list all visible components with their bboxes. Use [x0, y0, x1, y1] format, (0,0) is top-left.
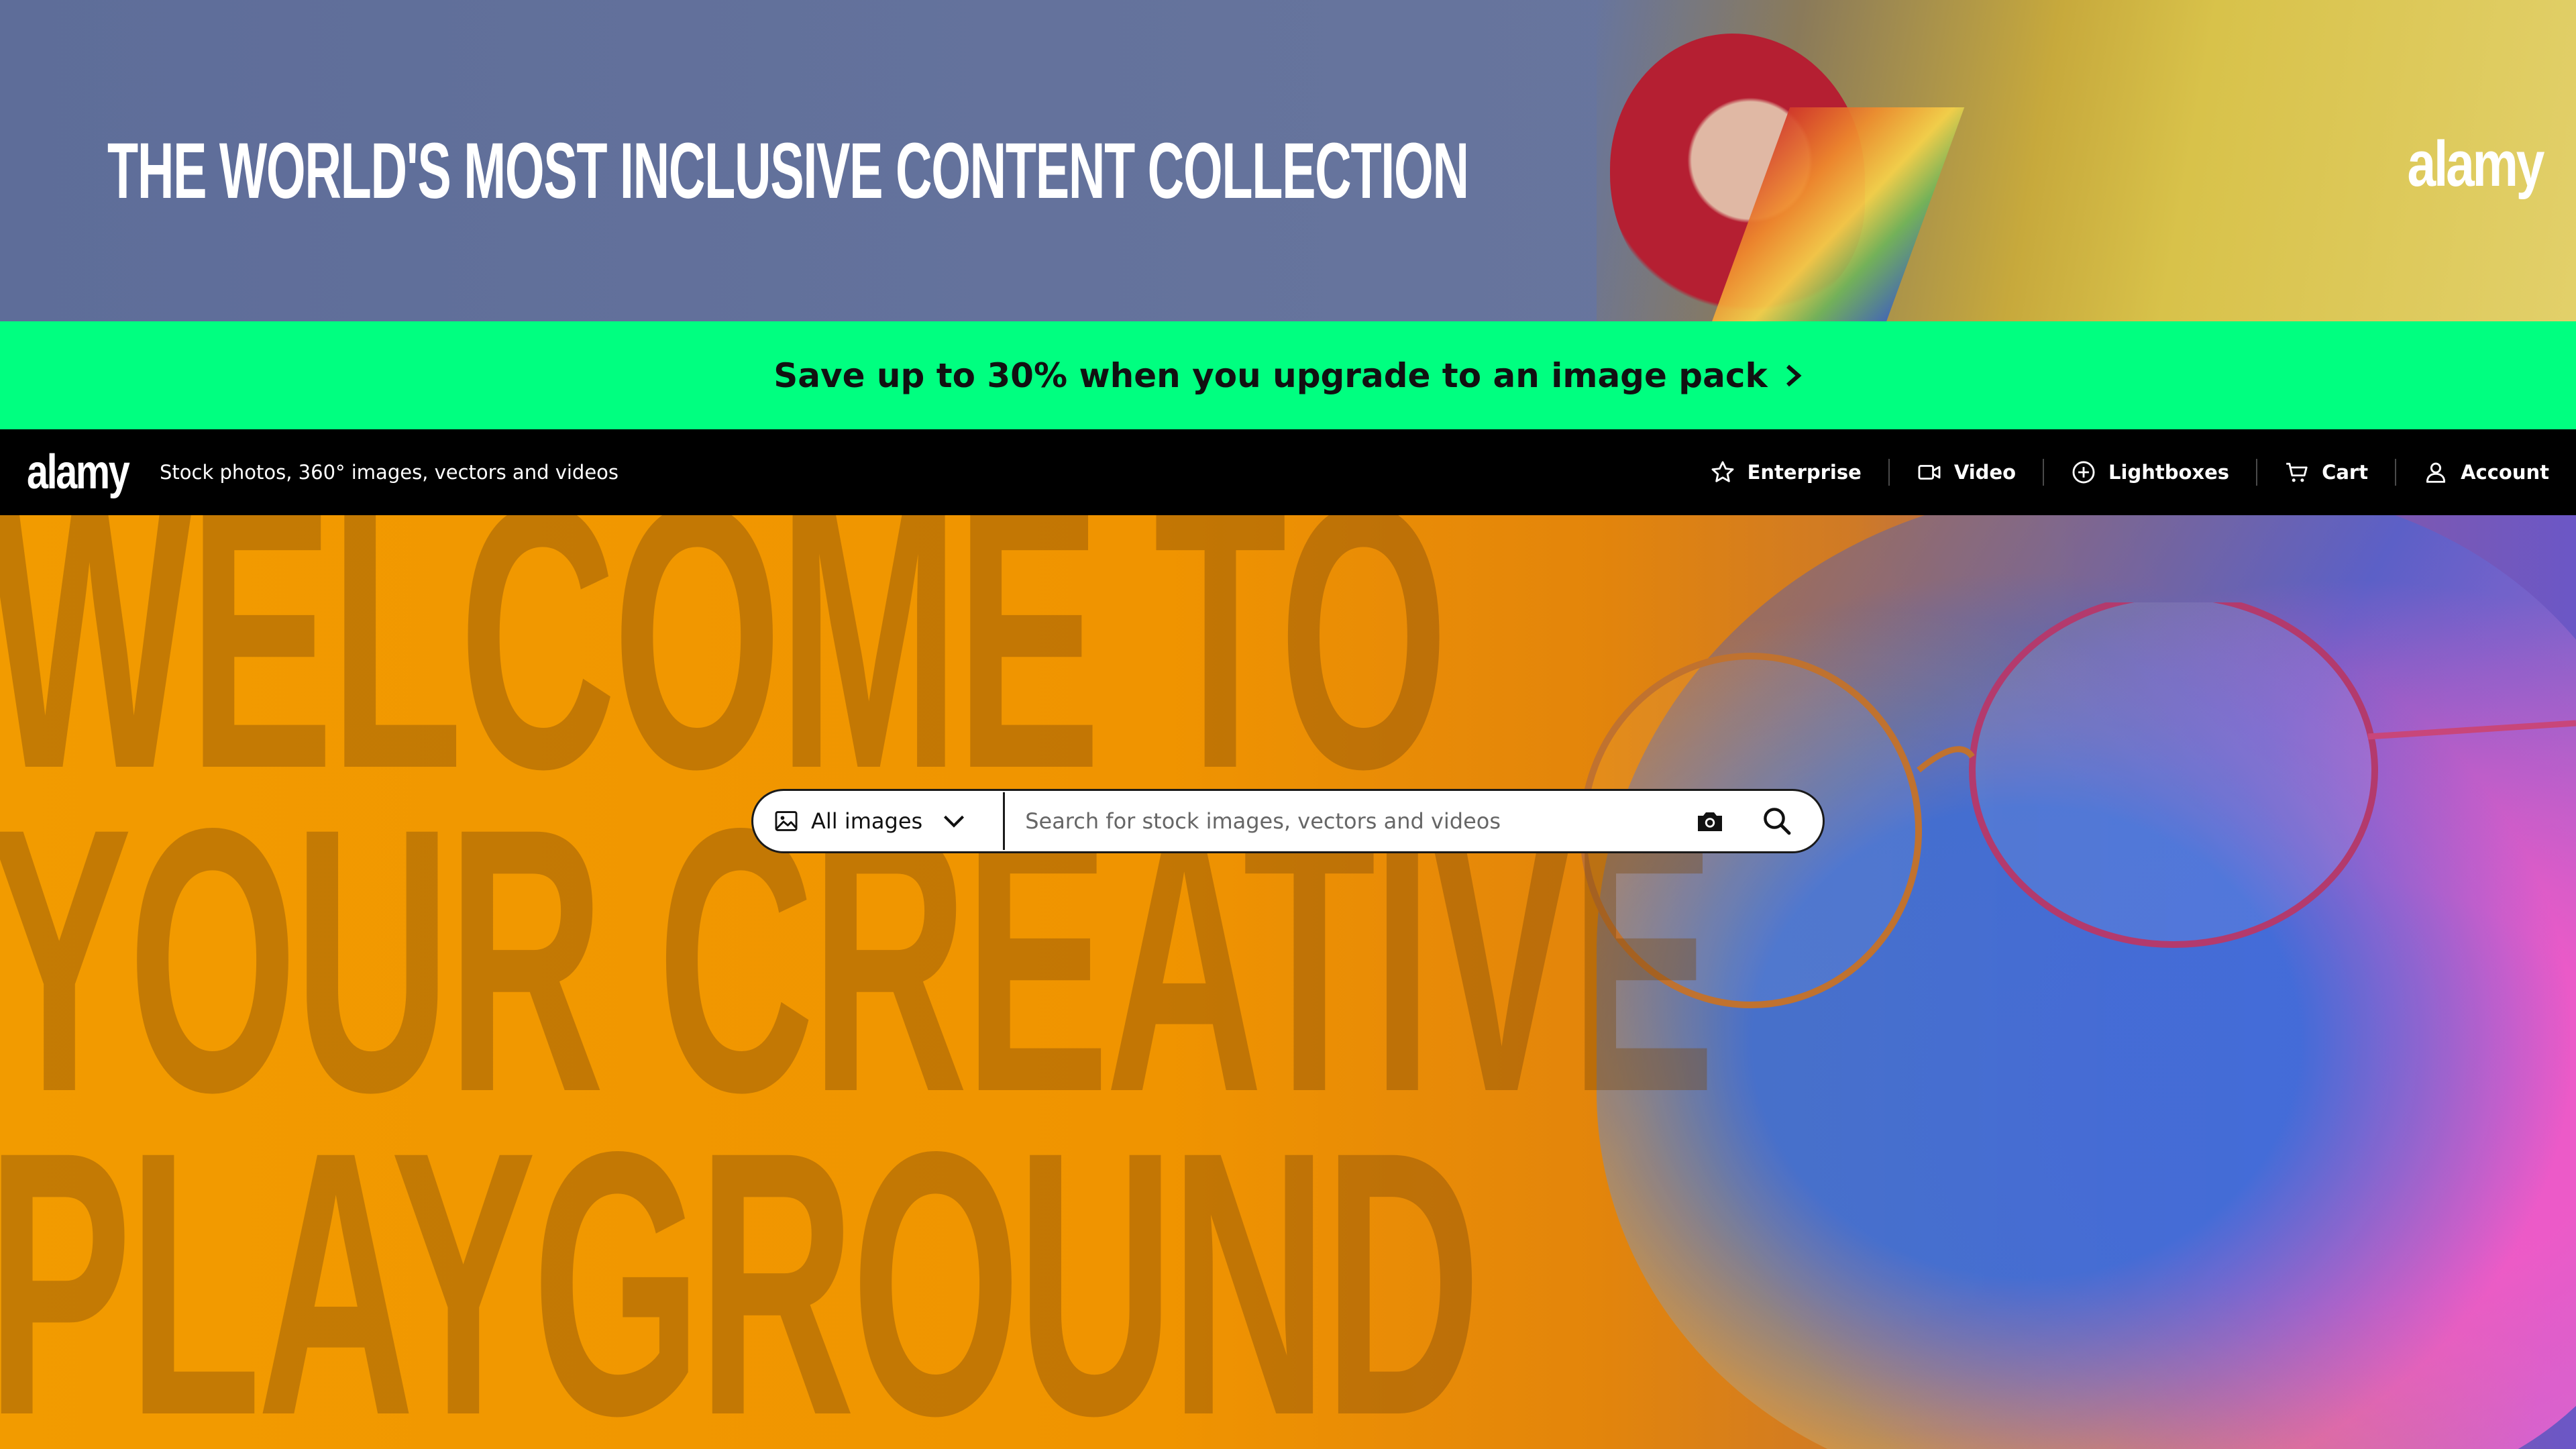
promo-banner[interactable]: THE WORLD'S MOST INCLUSIVE CONTENT COLLE… [0, 0, 2576, 321]
promo-logo: alamy [2407, 128, 2544, 200]
search-bar: All images [751, 789, 1825, 853]
upsell-text: Save up to 30% when you upgrade to an im… [773, 356, 1768, 395]
search-icon [1764, 808, 1791, 835]
nav-enterprise[interactable]: Enterprise [1683, 460, 1888, 485]
plus-circle-icon [2072, 461, 2095, 484]
star-icon [1711, 461, 1734, 482]
camera-icon [1698, 812, 1722, 831]
search-type-label: All images [811, 808, 923, 834]
search-type-dropdown[interactable]: All images [753, 791, 1003, 851]
chevron-right-icon [1786, 364, 1802, 386]
chevron-down-icon [944, 815, 965, 828]
nav-cart[interactable]: Cart [2257, 460, 2395, 485]
upsell-bar[interactable]: Save up to 30% when you upgrade to an im… [0, 321, 2576, 429]
search-button[interactable] [1756, 800, 1799, 843]
nav-video-label: Video [1953, 461, 2017, 484]
hero: WELCOME TO YOUR CREATIVE PLAYGROUND [0, 515, 2576, 1449]
nav-account[interactable]: Account [2396, 460, 2549, 485]
promo-headline: THE WORLD'S MOST INCLUSIVE CONTENT COLLE… [107, 127, 1469, 215]
camera-search-button[interactable] [1688, 800, 1731, 843]
nav-enterprise-label: Enterprise [1747, 461, 1862, 484]
site-header: alamy Stock photos, 360° images, vectors… [0, 429, 2576, 515]
header-tagline: Stock photos, 360° images, vectors and v… [160, 461, 619, 484]
nav-video[interactable]: Video [1890, 460, 2043, 485]
header-logo[interactable]: alamy [27, 445, 130, 500]
search-input[interactable] [1005, 791, 1688, 851]
image-icon [775, 811, 798, 831]
nav-cart-label: Cart [2322, 461, 2369, 484]
nav-lightboxes-label: Lightboxes [2108, 461, 2230, 484]
video-camera-icon [1918, 465, 1941, 480]
nav-account-label: Account [2461, 461, 2549, 484]
cart-icon [2286, 462, 2308, 482]
nav-lightboxes[interactable]: Lightboxes [2044, 460, 2256, 485]
header-nav: Enterprise Video Lightboxes Cart Account [1683, 459, 2549, 486]
hero-headline-line: PLAYGROUND [0, 1073, 1481, 1449]
hero-headline: WELCOME TO YOUR CREATIVE PLAYGROUND [0, 515, 1715, 1449]
user-icon [2426, 462, 2446, 483]
